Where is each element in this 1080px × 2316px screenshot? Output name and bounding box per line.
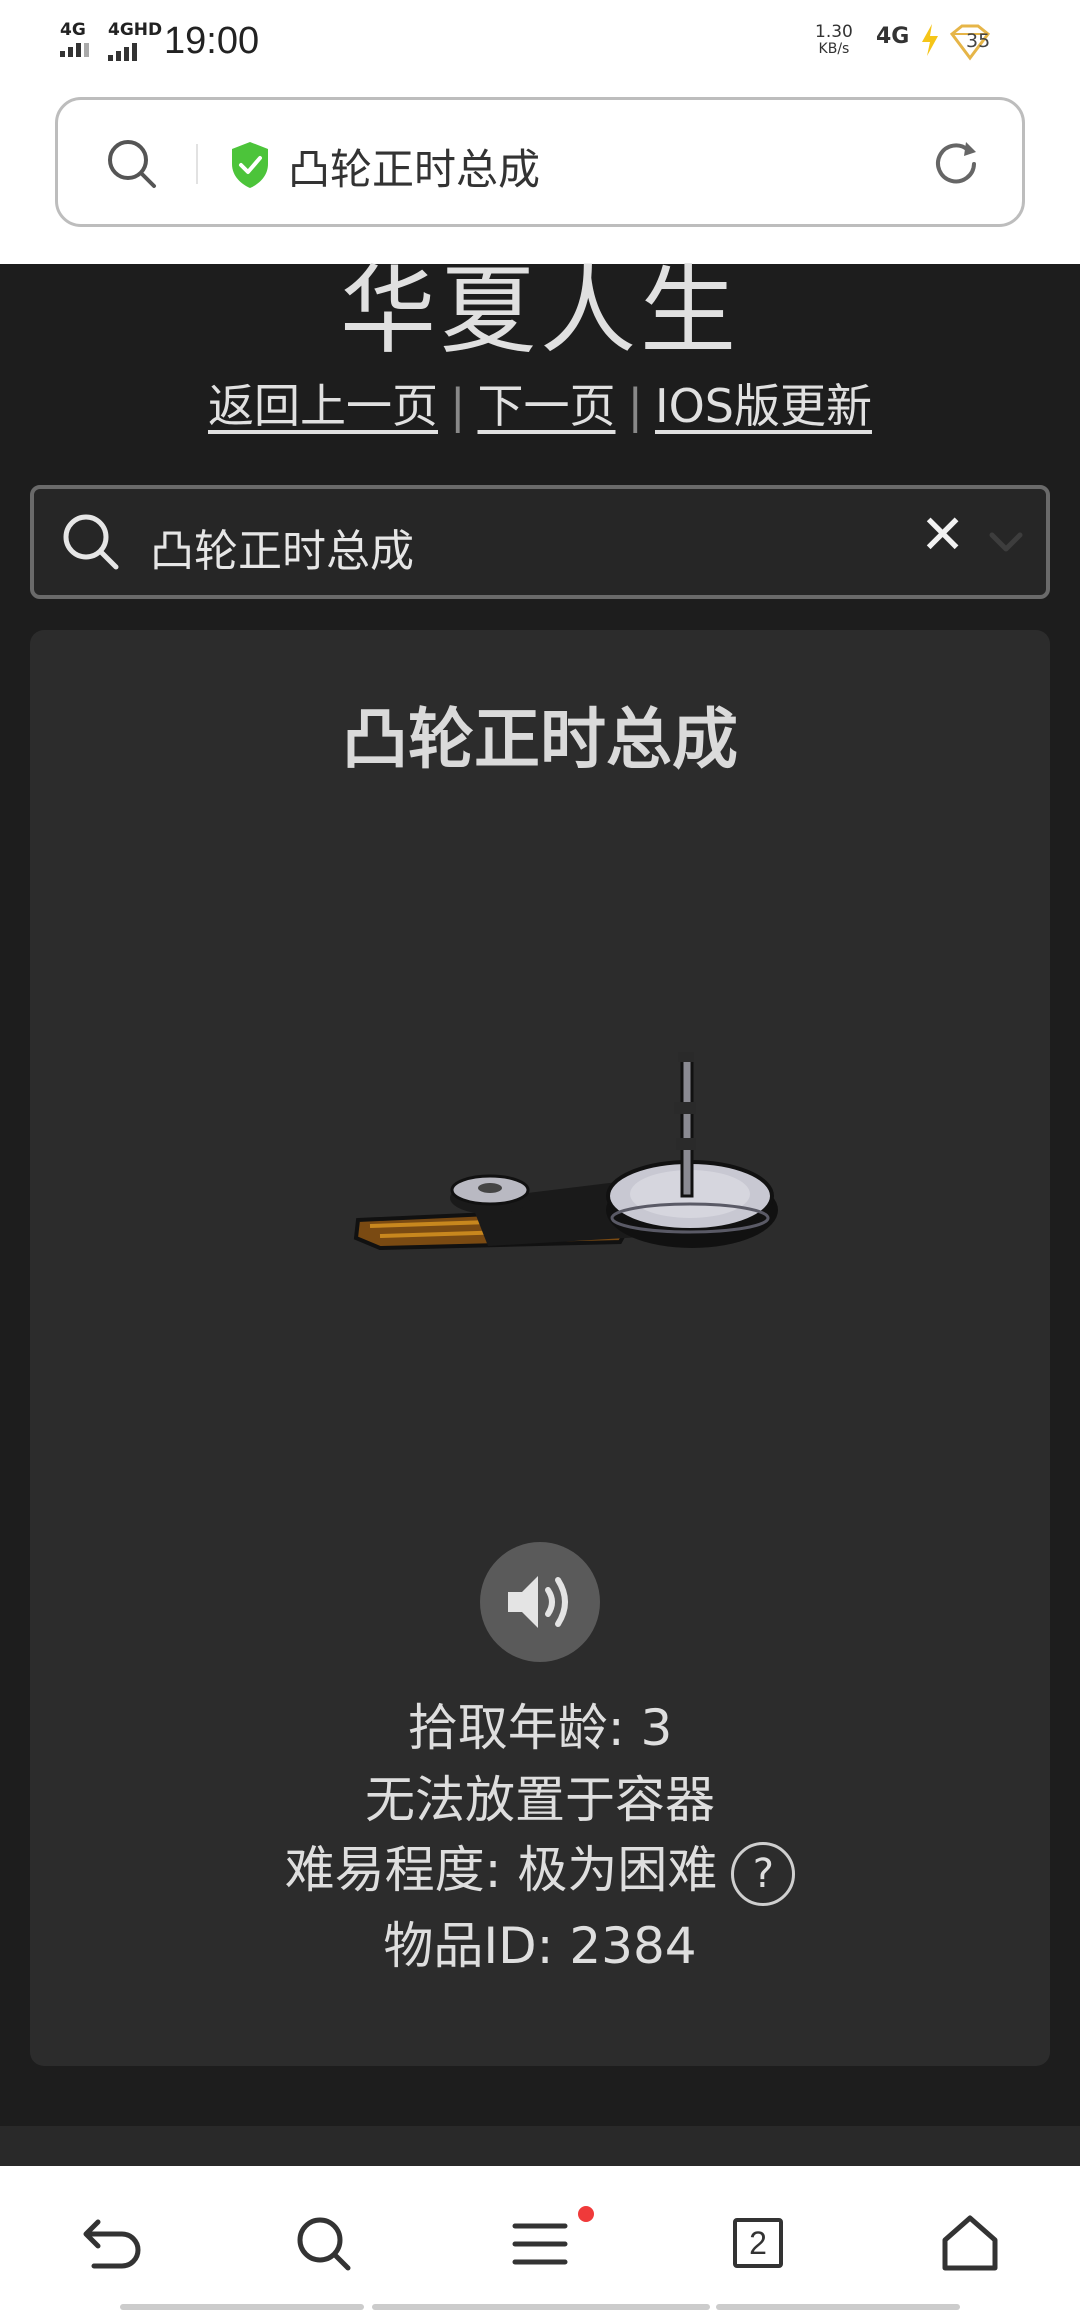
menu-icon [512, 2223, 568, 2265]
next-page-link[interactable]: 下一页 [478, 379, 616, 433]
search-icon [297, 2217, 351, 2271]
gesture-bar-right [716, 2304, 960, 2310]
search-icon[interactable] [102, 134, 162, 194]
notification-dot [578, 2206, 594, 2222]
home-button[interactable] [935, 2208, 1005, 2278]
network-speed: 1.30 KB/s [815, 24, 853, 58]
network-label-3: 4G [876, 24, 910, 49]
back-button[interactable] [72, 2208, 142, 2278]
nav-separator: | [627, 379, 644, 433]
gesture-bar-center [372, 2304, 710, 2310]
difficulty-row: 难易程度: 极为困难? [30, 1830, 1050, 1906]
item-id: 物品ID: 2384 [383, 1917, 697, 1975]
item-title: 凸轮正时总成 [342, 701, 738, 778]
nav-separator: | [450, 379, 466, 433]
network-indicator-1: 4G [60, 22, 89, 57]
clock: 19:00 [164, 20, 260, 62]
help-icon[interactable]: ? [731, 1841, 796, 1906]
speaker-icon [508, 1576, 568, 1628]
container-info: 无法放置于容器 [365, 1771, 715, 1829]
browser-bottom-bar [0, 2166, 1080, 2316]
network-speed-value: 1.30 [815, 22, 853, 42]
network-label-2: 4GHD [108, 20, 163, 40]
home-icon [942, 2215, 998, 2271]
status-bar: 4G 4GHD 19:00 1.30 KB/s 4G 35 [0, 0, 1080, 86]
back-icon [83, 2219, 141, 2269]
search-button[interactable] [288, 2208, 358, 2278]
site-title: 华夏人生 [340, 255, 740, 367]
url-text[interactable]: 凸轮正时总成 [288, 136, 540, 197]
ios-update-link[interactable]: IOS版更新 [655, 379, 872, 433]
search-input[interactable]: 凸轮正时总成 [150, 515, 414, 579]
gesture-bar-left [120, 2304, 364, 2310]
chevron-down-icon[interactable] [984, 519, 1028, 563]
tabs-button[interactable]: 2 [733, 2218, 783, 2268]
network-label-1: 4G [60, 20, 86, 40]
sound-button[interactable] [480, 1542, 600, 1662]
url-bar[interactable]: 凸轮正时总成 [55, 97, 1025, 227]
browser-url-area: 凸轮正时总成 [0, 86, 1080, 264]
clear-icon[interactable]: ✕ [920, 503, 965, 566]
charging-icon [922, 24, 938, 56]
reload-icon[interactable] [928, 136, 984, 192]
network-speed-unit: KB/s [818, 41, 850, 57]
item-search-box[interactable]: 凸轮正时总成 ✕ [30, 485, 1050, 599]
signal-bars-icon [60, 43, 89, 57]
network-indicator-2: 4GHD [108, 22, 162, 61]
search-icon [63, 514, 119, 570]
battery-level: 35 [966, 30, 991, 52]
divider [196, 144, 198, 184]
signal-bars-icon [108, 43, 162, 61]
secure-shield-icon [232, 142, 268, 188]
nav-links: 返回上一页 | 下一页 | IOS版更新 [0, 370, 1080, 436]
item-image [353, 1052, 778, 1251]
back-link[interactable]: 返回上一页 [208, 379, 438, 433]
difficulty-text: 难易程度: 极为困难 [284, 1841, 718, 1899]
menu-button[interactable] [505, 2208, 575, 2278]
item-card: 凸轮正时总成 拾取年龄: 3 无法放置于容器 难易程度: 极为困难? 物品ID:… [30, 630, 1050, 2066]
pickup-age: 拾取年龄: 3 [407, 1699, 673, 1757]
